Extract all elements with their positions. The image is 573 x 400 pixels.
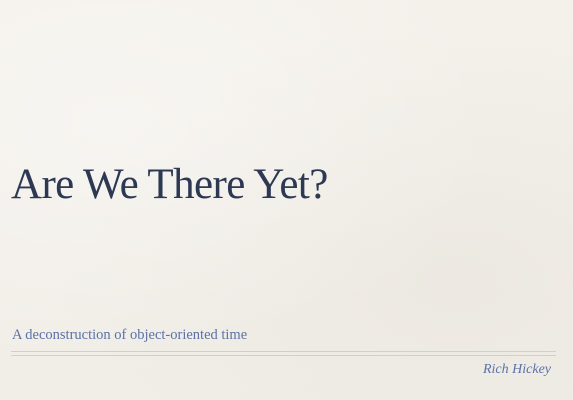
divider-line-top: [11, 351, 556, 352]
slide-title: Are We There Yet?: [11, 161, 328, 208]
divider-line-bottom: [11, 355, 556, 356]
slide-subtitle: A deconstruction of object-oriented time: [12, 327, 248, 343]
presentation-slide: Are We There Yet? A deconstruction of ob…: [0, 0, 573, 400]
author-name: Rich Hickey: [482, 362, 551, 377]
